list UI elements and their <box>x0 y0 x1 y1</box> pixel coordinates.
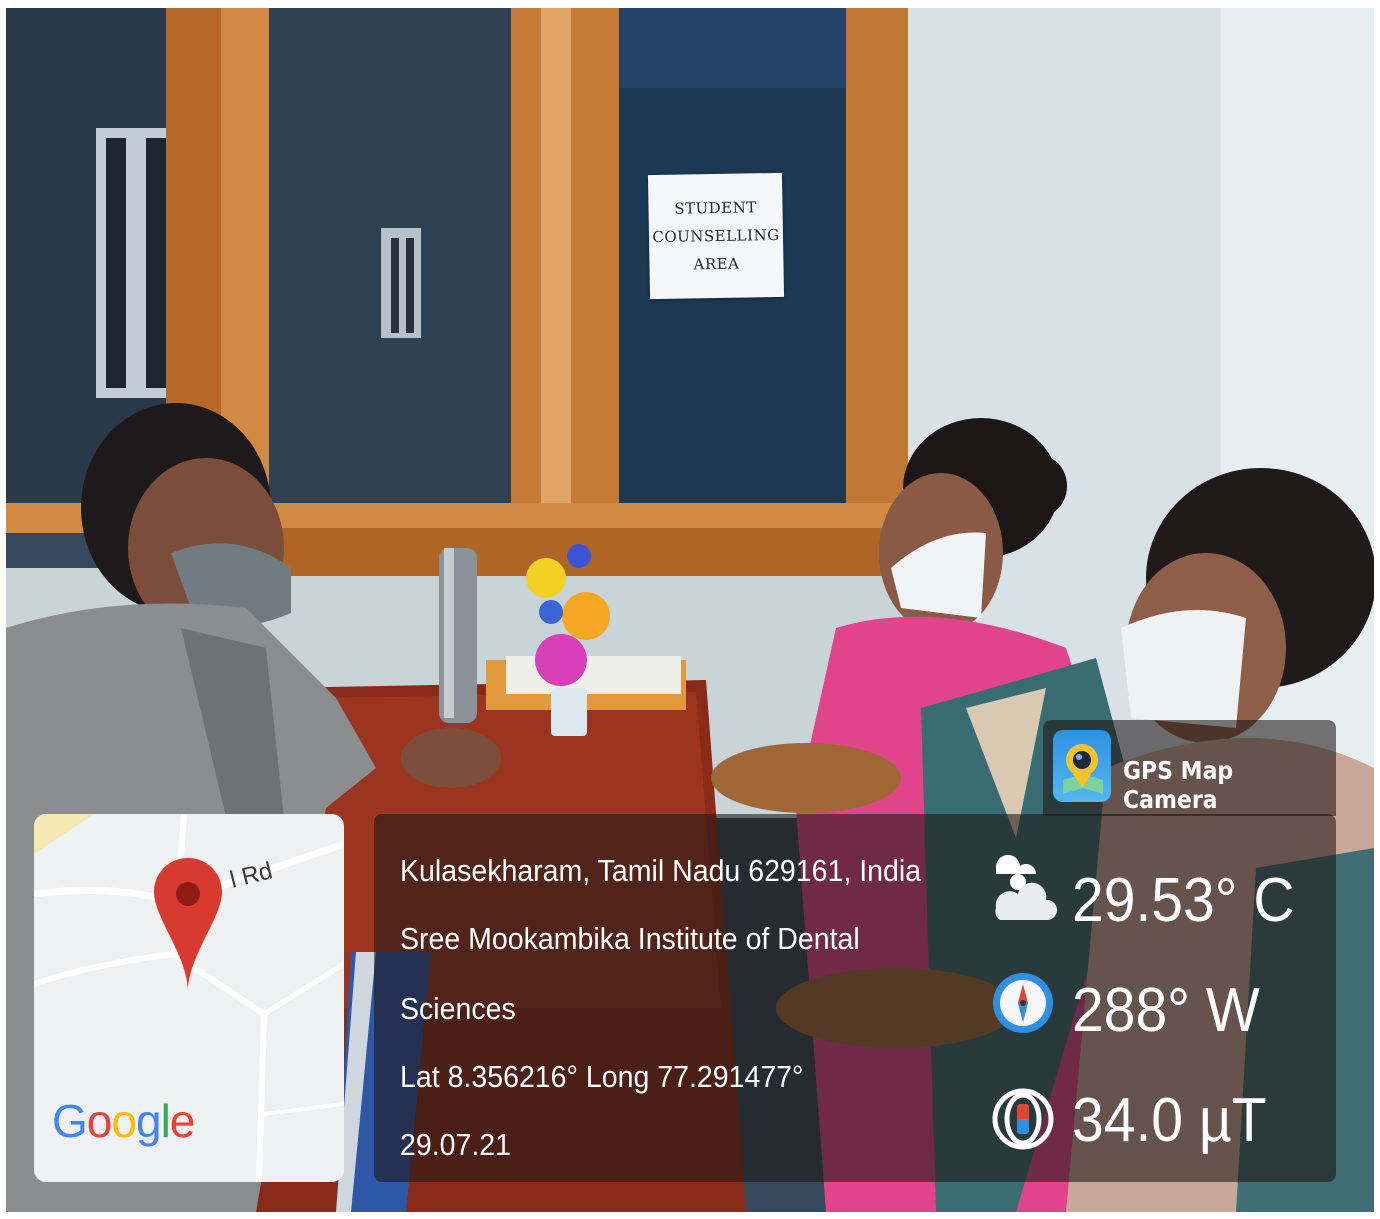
sign-line-3: AREA <box>693 254 740 274</box>
sign-line-1: STUDENT <box>674 198 757 218</box>
google-logo: Google <box>52 1095 195 1147</box>
map-thumbnail: l Rd Google <box>34 814 344 1182</box>
counselling-sign: STUDENT COUNSELLING AREA <box>647 172 785 300</box>
address-line-3: Sciences <box>400 991 516 1026</box>
map-pin-icon <box>154 858 222 992</box>
address-line-2: Sree Mookambika Institute of Dental <box>400 921 860 956</box>
compass-heading: 288° W <box>1072 976 1260 1045</box>
gps-map-camera-icon <box>1053 730 1111 802</box>
temperature-value: 29.53° C <box>1072 866 1295 935</box>
capture-date: 29.07.21 <box>400 1127 512 1162</box>
compass-icon <box>993 973 1053 1033</box>
sign-line-2: COUNSELLING <box>652 225 780 247</box>
app-name: GPS Map Camera <box>1123 756 1234 814</box>
magnetic-field-value: 34.0 µT <box>1072 1086 1267 1155</box>
address-line-1: Kulasekharam, Tamil Nadu 629161, India <box>400 853 922 888</box>
magnet-icon <box>992 1088 1054 1150</box>
gps-map-camera-badge: GPS Map Camera <box>1043 720 1336 816</box>
cloud-sun-icon <box>995 854 1058 920</box>
coordinates: Lat 8.356216° Long 77.291477° <box>400 1059 804 1094</box>
